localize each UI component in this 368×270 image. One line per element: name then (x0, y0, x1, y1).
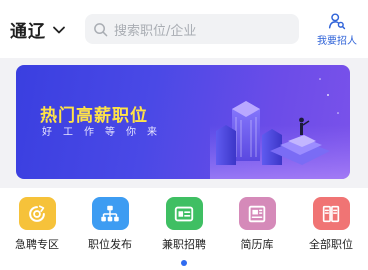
quick-nav-urgent-hire[interactable]: 急聘专区 (6, 197, 68, 252)
banner-section: 热门高薪职位 好工作等你来 (0, 58, 368, 188)
quick-nav-part-time[interactable]: 兼职招聘 (153, 197, 215, 252)
user-search-icon (328, 13, 346, 30)
quick-nav-label: 兼职招聘 (162, 238, 206, 251)
page-indicator (0, 260, 368, 266)
all-jobs-tile (312, 197, 350, 230)
quick-nav-label: 全部职位 (309, 238, 353, 251)
post-job-label: 我要招人 (317, 36, 357, 47)
search-input[interactable]: 搜索职位/企业 (85, 14, 299, 44)
quick-nav-resume-library[interactable]: 简历库 (226, 197, 288, 252)
quick-nav-label: 简历库 (240, 238, 274, 251)
promo-banner[interactable]: 热门高薪职位 好工作等你来 (16, 65, 350, 179)
all-jobs-icon (322, 205, 340, 222)
banner-subtitle: 好工作等你来 (42, 127, 168, 138)
city-name: 通辽 (10, 22, 46, 42)
top-bar: 通辽 搜索职位/企业 我要招人 (0, 0, 368, 58)
quick-nav-label: 急聘专区 (15, 238, 59, 251)
quick-nav-post-job[interactable]: 职位发布 (79, 197, 141, 252)
quick-nav-label: 职位发布 (88, 238, 132, 251)
id-card-icon (174, 206, 194, 221)
city-skyline-illustration (210, 78, 350, 179)
page-indicator-dot-active (181, 260, 187, 266)
part-time-tile (165, 197, 203, 230)
quick-nav-all-jobs[interactable]: 全部职位 (300, 197, 362, 252)
urgent-hire-tile (18, 197, 56, 230)
search-placeholder: 搜索职位/企业 (114, 23, 197, 39)
city-selector[interactable]: 通辽 (10, 17, 66, 42)
org-chart-icon (101, 205, 119, 221)
resume-library-icon (248, 205, 266, 222)
post-job-tile (91, 197, 129, 230)
resume-library-tile (238, 197, 276, 230)
quick-nav-panel: 急聘专区 职位发布 兼职招聘 简历库 全部职位 (0, 188, 368, 270)
post-job-button[interactable]: 我要招人 (311, 12, 363, 47)
search-icon (94, 22, 108, 36)
urgent-hire-icon (29, 204, 45, 222)
chevron-down-icon (53, 26, 65, 33)
